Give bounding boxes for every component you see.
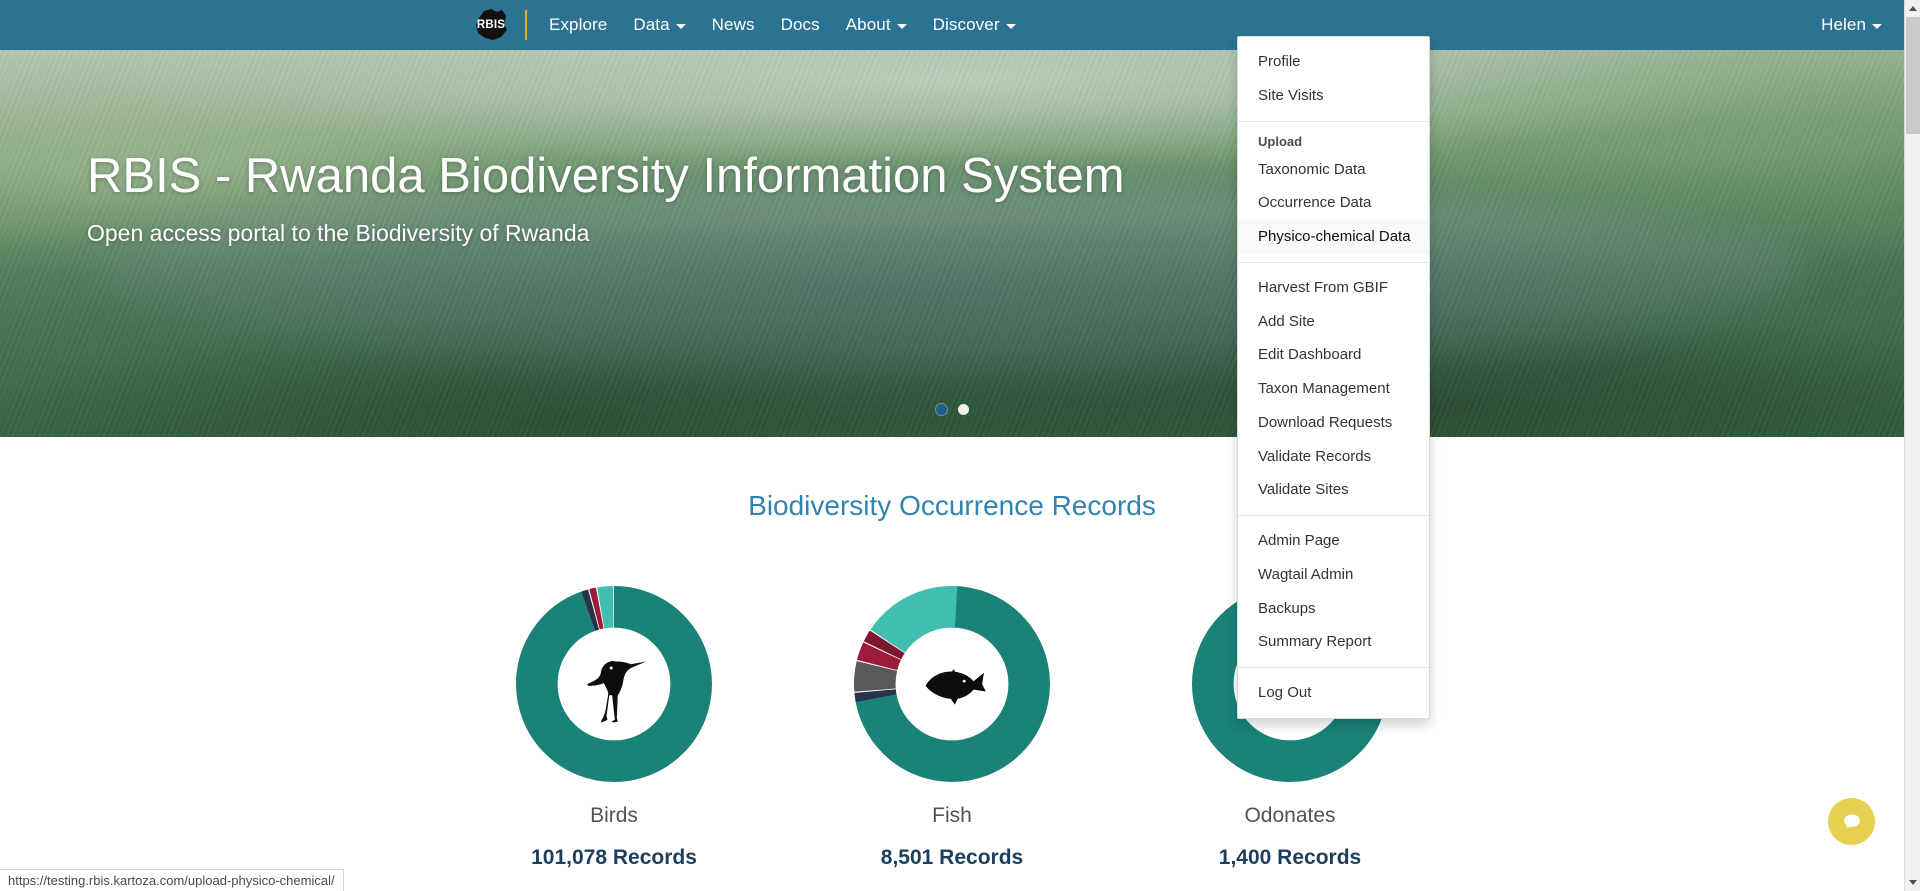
chevron-down-icon <box>1005 23 1016 29</box>
menu-header-upload: Upload <box>1258 133 1303 149</box>
user-menu-trigger[interactable]: Helen <box>1821 15 1882 35</box>
donut-card-birds: Birds 101,078 Records <box>514 585 714 870</box>
fish-icon <box>925 668 986 705</box>
menu-item-profile[interactable]: Profile <box>1238 45 1429 79</box>
donut-count-fish: 8,501 Records <box>880 846 1024 869</box>
nav-link-discover-label: Discover <box>932 15 1000 34</box>
menu-item-taxon-management[interactable]: Taxon Management <box>1238 372 1429 406</box>
user-dropdown-menu: Profile Site Visits Upload Taxonomic Dat… <box>1237 36 1430 719</box>
scrollbar-up-button[interactable] <box>1905 0 1920 17</box>
donut-label-fish: Fish <box>932 804 972 827</box>
carousel-dot-1[interactable] <box>935 404 947 415</box>
menu-item-admin-page[interactable]: Admin Page <box>1238 524 1429 558</box>
menu-item-occurrence-data[interactable]: Occurrence Data <box>1238 186 1429 220</box>
chevron-down-icon <box>896 23 907 29</box>
menu-divider-1 <box>1238 120 1429 122</box>
nav-link-about-label: About <box>845 15 891 34</box>
donut-chart-birds[interactable] <box>515 585 713 783</box>
menu-item-log-out[interactable]: Log Out <box>1238 676 1429 710</box>
chevron-down-icon <box>675 23 686 29</box>
menu-item-validate-records[interactable]: Validate Records <box>1238 440 1429 474</box>
nav-link-explore[interactable]: Explore <box>549 15 607 35</box>
page-scrollbar[interactable] <box>1904 0 1920 891</box>
rbis-logo-text: RBIS <box>476 19 506 31</box>
nav-link-docs[interactable]: Docs <box>781 15 820 35</box>
status-bar: https://testing.rbis.kartoza.com/upload-… <box>0 869 344 891</box>
nav-link-news[interactable]: News <box>712 15 755 35</box>
scrollbar-thumb[interactable] <box>1906 17 1920 134</box>
nav-link-data[interactable]: Data <box>633 15 686 35</box>
nav-link-data-label: Data <box>633 15 670 34</box>
page-title: Biodiversity Occurrence Records <box>748 490 1156 521</box>
navbar-divider <box>525 10 527 40</box>
nav-link-discover[interactable]: Discover <box>933 15 1016 35</box>
menu-divider-3 <box>1238 515 1429 516</box>
menu-item-add-site[interactable]: Add Site <box>1238 305 1429 339</box>
donut-label-odonates: Odonates <box>1244 804 1336 827</box>
nav-link-about[interactable]: About <box>846 15 907 35</box>
menu-item-wagtail-admin[interactable]: Wagtail Admin <box>1238 558 1429 592</box>
donut-charts-row: Birds 101,078 Records Fish 8,501 Records… <box>0 585 1904 870</box>
nav-link-docs-label: Docs <box>780 15 820 34</box>
scrollbar-down-button[interactable] <box>1905 874 1920 891</box>
carousel-indicators <box>0 404 1904 415</box>
menu-item-physico-chemical-data[interactable]: Physico-chemical Data <box>1238 220 1429 254</box>
donut-count-birds: 101,078 Records <box>531 846 697 869</box>
chat-widget-button[interactable] <box>1828 798 1875 845</box>
donut-count-odonates: 1,400 Records <box>1218 846 1362 869</box>
page-root: RBIS Explore Data News Docs About Discov… <box>0 0 1920 891</box>
hero-text-block: RBIS - Rwanda Biodiversity Information S… <box>87 149 1125 247</box>
chevron-up-icon <box>1909 6 1917 11</box>
rbis-logo[interactable]: RBIS <box>471 5 511 45</box>
menu-divider-2 <box>1238 261 1429 263</box>
menu-item-summary-report[interactable]: Summary Report <box>1238 625 1429 659</box>
chevron-down-icon <box>1909 880 1917 885</box>
menu-item-taxonomic-data[interactable]: Taxonomic Data <box>1238 153 1429 187</box>
navbar-links: Explore Data News Docs About Discover <box>549 15 1016 35</box>
menu-item-site-visits[interactable]: Site Visits <box>1238 79 1429 113</box>
nav-link-news-label: News <box>711 15 755 34</box>
donut-label-birds: Birds <box>590 804 638 827</box>
donut-card-fish: Fish 8,501 Records <box>852 585 1052 870</box>
donut-chart-fish[interactable] <box>853 585 1051 783</box>
menu-item-validate-sites[interactable]: Validate Sites <box>1238 473 1429 507</box>
menu-item-backups[interactable]: Backups <box>1238 592 1429 626</box>
chat-bubble-icon <box>1843 814 1860 828</box>
menu-divider-4 <box>1238 667 1429 668</box>
user-menu-trigger-wrap: Helen <box>1821 0 1904 50</box>
menu-item-harvest-from-gbif[interactable]: Harvest From GBIF <box>1238 271 1429 305</box>
menu-item-edit-dashboard[interactable]: Edit Dashboard <box>1238 338 1429 372</box>
menu-item-download-requests[interactable]: Download Requests <box>1238 406 1429 440</box>
navbar-center-group: RBIS Explore Data News Docs About Discov… <box>471 0 1016 50</box>
chevron-down-icon <box>1872 23 1882 29</box>
top-navbar: RBIS Explore Data News Docs About Discov… <box>0 0 1904 50</box>
carousel-dot-2[interactable] <box>957 404 969 415</box>
nav-link-explore-label: Explore <box>549 15 608 34</box>
hero-subtitle: Open access portal to the Biodiversity o… <box>87 219 590 246</box>
hero-carousel: RBIS - Rwanda Biodiversity Information S… <box>0 50 1904 437</box>
bird-icon <box>587 661 646 723</box>
status-bar-url: https://testing.rbis.kartoza.com/upload-… <box>8 873 335 888</box>
hero-title: RBIS - Rwanda Biodiversity Information S… <box>87 149 1125 203</box>
main-content: Biodiversity Occurrence Records Birds 10… <box>0 437 1904 870</box>
user-menu-label: Helen <box>1821 15 1866 34</box>
